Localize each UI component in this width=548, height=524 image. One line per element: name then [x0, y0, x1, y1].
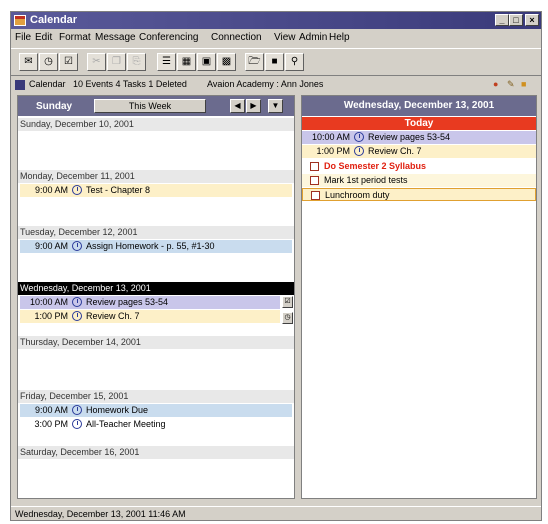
day-view-icon[interactable]: ☰	[157, 53, 176, 71]
menu-view[interactable]: View	[274, 32, 296, 43]
menu-file[interactable]: File	[15, 32, 31, 43]
folder-open-icon[interactable]: ■	[521, 79, 526, 89]
clock-icon	[72, 241, 82, 251]
edit-icon[interactable]: ✎	[507, 79, 515, 90]
day-task-icon[interactable]: ☑	[282, 296, 293, 308]
day-sunday[interactable]: Sunday, December 10, 2001	[18, 118, 294, 170]
week-view-icon[interactable]: ▦	[177, 53, 196, 71]
menu-help[interactable]: Help	[329, 32, 350, 43]
status-bar: Wednesday, December 13, 2001 11:46 AM	[11, 506, 541, 521]
menu-conferencing[interactable]: Conferencing	[139, 32, 198, 43]
day-header: Sunday, December 10, 2001	[18, 118, 294, 131]
event-item[interactable]: 3:00 PM All-Teacher Meeting	[20, 418, 292, 431]
week-view-pane: Sunday This Week ◀ ▶ ▼ Sunday, December …	[17, 95, 295, 499]
menu-format[interactable]: Format	[59, 32, 91, 43]
event-item[interactable]: 10:00 AM Review pages 53-54	[20, 296, 280, 309]
task-item-completed[interactable]: Lunchroom duty	[302, 188, 536, 201]
today-bar: Today	[302, 117, 536, 130]
toolbar: ✉ ◷ ☑ ✂ ❐ ⎘ ☰ ▦ ▣ ▩ 🗁 ■ ⚲	[11, 48, 541, 76]
window-title: Calendar	[30, 14, 78, 26]
day-header: Friday, December 15, 2001	[18, 390, 294, 403]
event-item[interactable]: 1:00 PM Review Ch. 7	[20, 310, 280, 323]
week-start-label: Sunday	[36, 101, 73, 112]
task-item[interactable]: Mark 1st period tests	[302, 174, 536, 187]
event-item[interactable]: 9:00 AM Test - Chapter 8	[20, 184, 292, 197]
task-item-overdue[interactable]: Do Semester 2 Syllabus	[302, 160, 536, 173]
attachment-icon[interactable]: ●	[493, 79, 498, 89]
calendar-window: Calendar _ □ × File Edit Format Message …	[10, 11, 542, 521]
folder-icon[interactable]: 🗁	[245, 53, 264, 71]
day-header: Saturday, December 16, 2001	[18, 446, 294, 459]
address-book-icon[interactable]: ■	[265, 53, 284, 71]
maximize-button[interactable]: □	[509, 14, 523, 26]
day-event-item[interactable]: 1:00 PM Review Ch. 7	[302, 145, 536, 158]
clock-icon	[72, 311, 82, 321]
day-thursday[interactable]: Thursday, December 14, 2001	[18, 336, 294, 390]
month-view-icon[interactable]: ▣	[197, 53, 216, 71]
account-label: Avaion Academy : Ann Jones	[207, 79, 324, 89]
day-view-header: Wednesday, December 13, 2001	[302, 96, 536, 116]
calendar-small-icon	[15, 80, 25, 90]
prev-week-button[interactable]: ◀	[230, 99, 245, 113]
next-week-button[interactable]: ▶	[246, 99, 261, 113]
new-task-icon[interactable]: ☑	[59, 53, 78, 71]
day-header: Thursday, December 14, 2001	[18, 336, 294, 349]
view-label: Calendar	[29, 79, 66, 89]
day-view-pane: Wednesday, December 13, 2001 Today 10:00…	[301, 95, 537, 499]
event-item[interactable]: 9:00 AM Homework Due	[20, 404, 292, 417]
paste-icon[interactable]: ⎘	[127, 53, 146, 71]
search-icon[interactable]: ⚲	[285, 53, 304, 71]
clock-icon	[72, 185, 82, 195]
close-button[interactable]: ×	[525, 14, 539, 26]
clock-icon	[354, 146, 364, 156]
day-event-item[interactable]: 10:00 AM Review pages 53-54	[302, 131, 536, 144]
day-event-icon[interactable]: ◷	[282, 312, 293, 324]
year-view-icon[interactable]: ▩	[217, 53, 236, 71]
day-monday[interactable]: Monday, December 11, 2001 9:00 AM Test -…	[18, 170, 294, 226]
task-checkbox-icon[interactable]	[310, 176, 319, 185]
info-bar: Calendar 10 Events 4 Tasks 1 Deleted Ava…	[11, 78, 541, 92]
day-saturday[interactable]: Saturday, December 16, 2001	[18, 446, 294, 498]
week-header: Sunday This Week ◀ ▶ ▼	[18, 96, 294, 116]
event-item[interactable]: 9:00 AM Assign Homework - p. 55, #1-30	[20, 240, 292, 253]
day-wednesday[interactable]: Wednesday, December 13, 2001 10:00 AM Re…	[18, 282, 294, 336]
minimize-button[interactable]: _	[495, 14, 509, 26]
new-message-icon[interactable]: ✉	[19, 53, 38, 71]
menu-connection[interactable]: Connection	[211, 32, 262, 43]
title-bar[interactable]: Calendar _ □ ×	[11, 12, 541, 29]
menu-bar: File Edit Format Message Conferencing Co…	[11, 30, 541, 46]
clock-icon	[72, 297, 82, 307]
day-header-today: Wednesday, December 13, 2001	[18, 282, 294, 295]
clock-icon	[354, 132, 364, 142]
clock-icon	[72, 419, 82, 429]
day-header: Monday, December 11, 2001	[18, 170, 294, 183]
task-checkbox-icon[interactable]	[311, 191, 320, 200]
copy-icon[interactable]: ❐	[107, 53, 126, 71]
menu-admin[interactable]: Admin	[299, 32, 327, 43]
item-summary: 10 Events 4 Tasks 1 Deleted	[73, 79, 187, 89]
task-checkbox-icon[interactable]	[310, 162, 319, 171]
day-friday[interactable]: Friday, December 15, 2001 9:00 AM Homewo…	[18, 390, 294, 446]
day-tuesday[interactable]: Tuesday, December 12, 2001 9:00 AM Assig…	[18, 226, 294, 282]
week-dropdown-button[interactable]: ▼	[268, 99, 283, 113]
cut-icon[interactable]: ✂	[87, 53, 106, 71]
new-event-icon[interactable]: ◷	[39, 53, 58, 71]
day-header: Tuesday, December 12, 2001	[18, 226, 294, 239]
calendar-app-icon	[14, 15, 26, 26]
this-week-button[interactable]: This Week	[94, 99, 206, 113]
clock-icon	[72, 405, 82, 415]
menu-message[interactable]: Message	[95, 32, 136, 43]
menu-edit[interactable]: Edit	[35, 32, 52, 43]
